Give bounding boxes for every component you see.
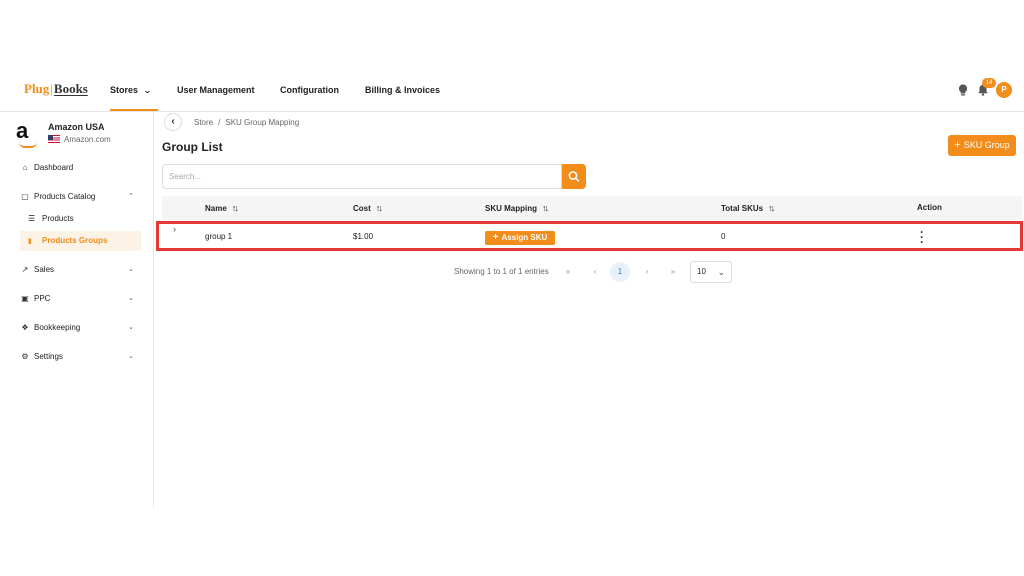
bookkeeping-icon: ❖ [21,323,29,332]
notification-badge: 14 [982,78,996,88]
page-size-value: 10 [697,267,706,276]
catalog-icon: ▢ [21,192,29,201]
sidebar-item-sales[interactable]: ↗ Sales ⌄ [20,261,142,279]
column-header-label: Total SKUs [721,204,764,213]
first-page-icon[interactable]: « [558,262,578,282]
top-navbar: Plug|Books Stores ⌄ User Management Confi… [0,72,1024,112]
sidebar-item-ppc[interactable]: ▣ PPC ⌄ [20,290,142,308]
plugbooks-logo[interactable]: Plug|Books [24,81,88,97]
column-header-label: Action [917,203,942,212]
sidebar-item-settings[interactable]: ⚙ Settings ⌄ [20,348,142,366]
nav-stores-label: Stores [110,85,139,95]
column-header-total-skus[interactable]: Total SKUs ↑↓ [721,196,775,220]
last-page-icon[interactable]: » [663,262,683,282]
gear-icon: ⚙ [21,352,29,361]
add-sku-group-button[interactable]: + SKU Group [948,135,1016,156]
search-icon [568,171,580,182]
next-page-icon[interactable]: › [637,262,657,282]
plus-icon: + [954,139,961,151]
back-button[interactable]: ‹ [164,113,182,131]
sidebar-item-label: Products Groups [42,236,108,245]
home-icon: ⌂ [22,163,28,172]
sidebar-item-label: PPC [34,294,51,303]
nav-configuration[interactable]: Configuration [280,72,339,111]
sidebar-item-label: Bookkeeping [34,323,81,332]
chevron-up-icon: ⌃ [128,193,134,200]
search-bar [162,164,586,189]
sidebar-item-label: Sales [34,265,55,274]
chevron-down-icon: ⌄ [128,353,134,360]
column-header-label: SKU Mapping [485,204,537,213]
sidebar-item-label: Products Catalog [34,192,96,201]
page-button-current[interactable]: 1 [610,262,630,282]
sidebar-item-label: Settings [34,352,63,361]
sidebar-item-products-catalog[interactable]: ▢ Products Catalog ⌃ [20,188,142,206]
column-header-sku-mapping[interactable]: SKU Mapping ↑↓ [485,196,549,220]
breadcrumb-store[interactable]: Store [194,118,213,127]
sidebar-item-bookkeeping[interactable]: ❖ Bookkeeping ⌄ [20,319,142,337]
breadcrumb-current: SKU Group Mapping [225,118,300,127]
nav-configuration-label: Configuration [280,85,339,95]
breadcrumb: Store / SKU Group Mapping [194,118,300,127]
chevron-down-icon: ⌄ [128,295,134,302]
sidebar-item-label: Products [42,214,74,223]
search-input[interactable] [162,164,562,189]
chevron-down-icon: ⌄ [143,86,152,95]
ppc-icon: ▣ [21,294,29,303]
page-size-select[interactable]: 10 ⌄ [690,261,732,283]
pagination-info: Showing 1 to 1 of 1 entries [454,267,549,276]
logo-text-plug: Plug [24,81,50,96]
us-flag-icon [48,135,60,143]
sidebar-item-products-groups[interactable]: ▮ Products Groups [20,231,141,251]
lightbulb-icon[interactable] [956,83,970,97]
sort-icon: ↑↓ [375,203,383,213]
column-header-name[interactable]: Name ↑↓ [205,196,239,220]
sort-icon: ↑↓ [768,203,775,213]
column-header-label: Name [205,204,227,213]
sort-icon: ↑↓ [231,203,239,213]
sidebar-item-products[interactable]: ☰ Products [28,209,140,229]
sidebar-item-label: Dashboard [34,163,74,172]
chevron-down-icon: ⌄ [717,267,725,277]
nav-user-management-label: User Management [177,85,255,95]
nav-billing-invoices-label: Billing & Invoices [365,85,441,95]
bar-chart-icon: ▮ [28,238,32,245]
store-marketplace: Amazon.com [48,135,111,144]
sidebar-item-dashboard[interactable]: ⌂ Dashboard [20,159,142,177]
nav-billing-invoices[interactable]: Billing & Invoices [365,72,440,111]
app-root: Plug|Books Stores ⌄ User Management Confi… [0,0,1024,576]
chevron-left-icon: ‹ [171,116,175,127]
add-sku-group-label: SKU Group [963,140,1010,150]
list-icon: ☰ [28,214,36,223]
search-button[interactable] [562,164,586,189]
nav-user-management[interactable]: User Management [177,72,255,111]
column-header-action: Action [917,196,942,220]
store-marketplace-label: Amazon.com [64,135,111,144]
nav-stores[interactable]: Stores ⌄ [110,72,158,111]
previous-page-icon[interactable]: ‹ [585,262,605,282]
chevron-down-icon: ⌄ [128,324,134,331]
column-header-cost[interactable]: Cost ↑↓ [353,196,383,220]
table-header: Name ↑↓ Cost ↑↓ SKU Mapping ↑↓ Total SKUs ↑↓… [162,196,1022,220]
store-selector[interactable]: a Amazon USA Amazon.com [16,120,146,150]
chevron-down-icon: ⌄ [128,266,134,273]
store-name: Amazon USA [48,122,105,132]
user-avatar[interactable]: P [996,82,1012,98]
logo-text-books: Books [53,81,88,96]
page-title: Group List [162,140,223,154]
sort-icon: ↑↓ [542,203,549,213]
column-header-label: Cost [353,204,371,213]
row-highlight-box [156,221,1023,251]
chart-icon: ↗ [21,265,29,274]
